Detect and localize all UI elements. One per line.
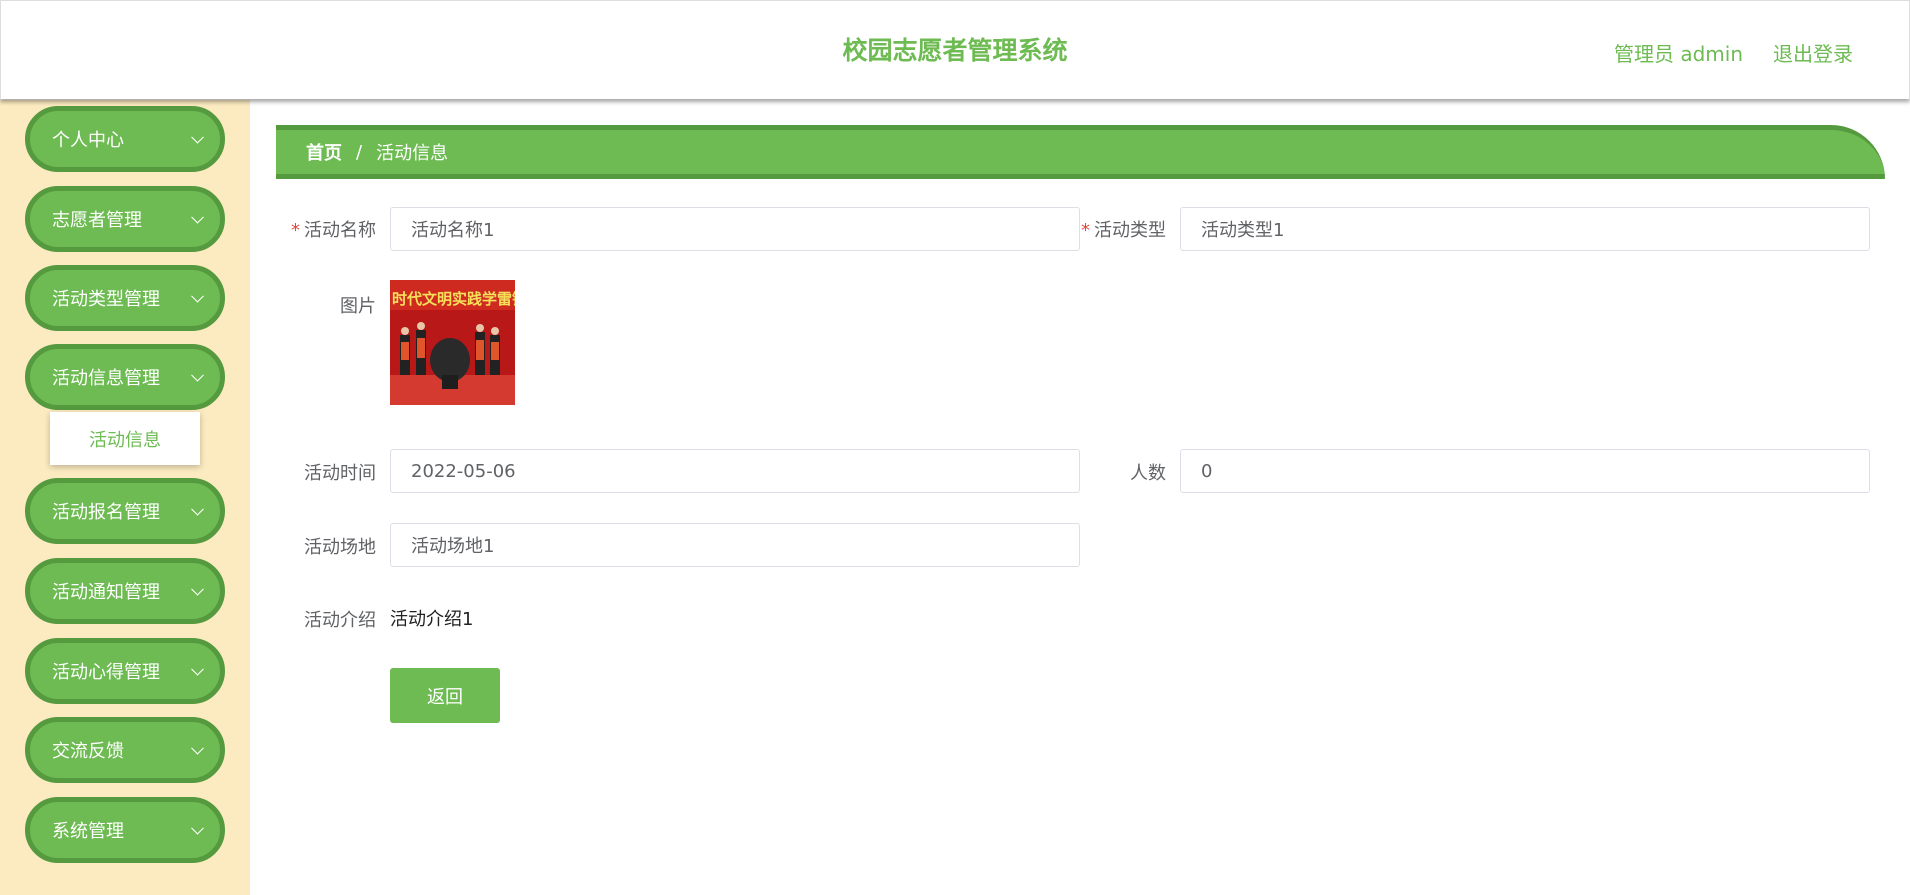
breadcrumb: 首页 / 活动信息 [276,125,1885,179]
logout-link[interactable]: 退出登录 [1773,38,1853,67]
chevron-down-icon [191,741,204,755]
activity-type-label: * 活动类型 [1080,216,1166,242]
sidebar-item-label: 活动类型管理 [52,289,160,310]
required-mark: * [291,220,300,241]
sidebar-item-personal-center[interactable]: 个人中心 [25,106,225,172]
activity-type-label-text: 活动类型 [1094,220,1166,241]
sidebar-item-label: 个人中心 [52,130,124,151]
sidebar-item-notice-management[interactable]: 活动通知管理 [25,558,225,624]
activity-time-input[interactable] [390,449,1080,493]
banner-text: 时代文明实践学雷锋 [392,290,515,308]
activity-image[interactable]: 时代文明实践学雷锋 [390,280,515,405]
chevron-down-icon [191,130,204,144]
current-user-label[interactable]: 管理员 admin [1614,38,1743,67]
participant-count-input[interactable] [1180,449,1870,493]
activity-name-input[interactable] [390,207,1080,251]
sidebar-item-label: 志愿者管理 [52,210,142,231]
breadcrumb-separator: / [356,141,363,163]
sidebar-item-label: 活动通知管理 [52,582,160,603]
sidebar-item-activity-type-management[interactable]: 活动类型管理 [25,265,225,331]
sidebar: 个人中心 志愿者管理 活动类型管理 活动信息管理 活动报名管理 活动通知管理 活… [0,100,250,895]
activity-venue-label: 活动场地 [304,537,376,558]
chevron-down-icon [191,210,204,224]
activity-intro-text: 活动介绍1 [390,609,474,630]
image-label: 图片 [340,296,376,317]
activity-name-label-text: 活动名称 [304,220,376,241]
activity-type-input[interactable] [1180,207,1870,251]
sidebar-item-label: 交流反馈 [52,741,124,762]
activity-time-label: 活动时间 [304,463,376,484]
header-actions: 管理员 admin 退出登录 [1614,38,1853,67]
chevron-down-icon [191,289,204,303]
top-header: 校园志愿者管理系统 管理员 admin 退出登录 [0,0,1910,99]
chevron-down-icon [191,662,204,676]
activity-intro-label: 活动介绍 [304,610,376,631]
breadcrumb-current: 活动信息 [376,143,449,164]
sidebar-item-label: 活动心得管理 [52,662,160,683]
sidebar-item-activity-info-management[interactable]: 活动信息管理 [25,344,225,410]
sidebar-item-label: 系统管理 [52,821,124,842]
activity-venue-input[interactable] [390,523,1080,567]
breadcrumb-home-link[interactable]: 首页 [306,139,342,165]
sidebar-item-volunteer-management[interactable]: 志愿者管理 [25,186,225,252]
chevron-down-icon [191,368,204,382]
chevron-down-icon [191,502,204,516]
required-mark: * [1081,220,1090,241]
sidebar-item-experience-management[interactable]: 活动心得管理 [25,638,225,704]
participant-count-label: 人数 [1130,463,1166,484]
sidebar-item-label: 活动报名管理 [52,502,160,523]
sidebar-item-system-management[interactable]: 系统管理 [25,797,225,863]
sidebar-item-label: 活动信息管理 [52,368,160,389]
chevron-down-icon [191,582,204,596]
sidebar-item-feedback[interactable]: 交流反馈 [25,717,225,783]
back-button[interactable]: 返回 [390,668,500,723]
chevron-down-icon [191,821,204,835]
activity-name-label: * 活动名称 [290,216,376,242]
submenu-item-activity-info[interactable]: 活动信息 [50,412,200,465]
sidebar-item-registration-management[interactable]: 活动报名管理 [25,478,225,544]
